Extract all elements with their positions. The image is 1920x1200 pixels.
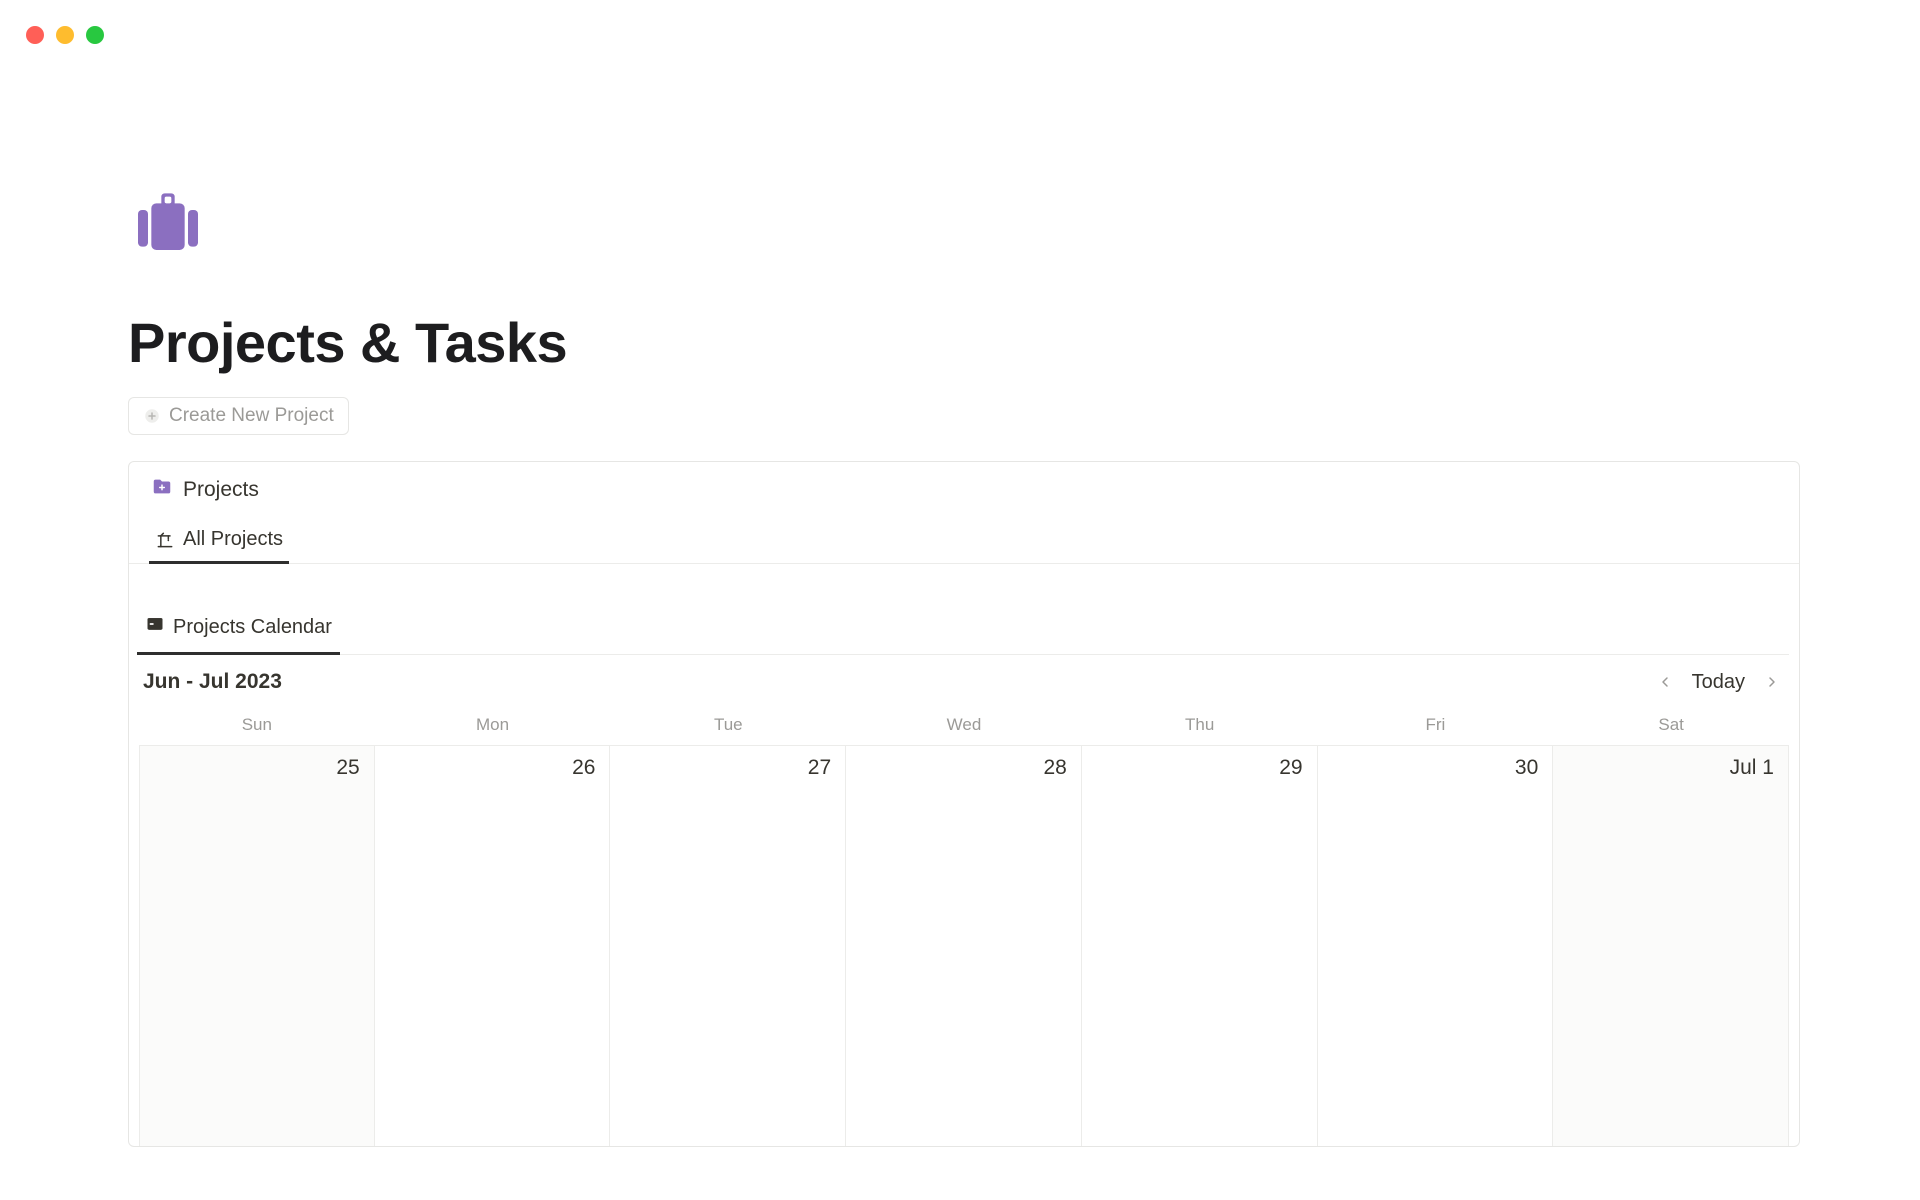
calendar-day-cell[interactable]: 27 <box>610 746 846 1146</box>
tab-all-projects[interactable]: All Projects <box>151 518 287 563</box>
card-box-icon <box>145 614 165 640</box>
calendar-day-number: 25 <box>336 756 359 780</box>
calendar-day-number: 27 <box>808 756 831 780</box>
calendar-day-cell[interactable]: Jul 1 <box>1553 746 1789 1146</box>
page-title: Projects & Tasks <box>128 310 1800 375</box>
window-traffic-lights <box>26 26 104 44</box>
projects-heading-text: Projects <box>183 478 259 502</box>
tab-all-projects-label: All Projects <box>183 528 283 551</box>
dow-sat: Sat <box>1553 709 1789 745</box>
calendar-day-number: Jul 1 <box>1730 756 1774 780</box>
window-close-button[interactable] <box>26 26 44 44</box>
projects-heading: Projects <box>129 462 1799 512</box>
calendar-day-number: 28 <box>1043 756 1066 780</box>
dow-fri: Fri <box>1318 709 1554 745</box>
projects-tab-row: All Projects <box>129 518 1799 564</box>
window-minimize-button[interactable] <box>56 26 74 44</box>
dow-wed: Wed <box>846 709 1082 745</box>
calendar-day-number: 29 <box>1279 756 1302 780</box>
calendar-next-button[interactable] <box>1759 669 1785 695</box>
window-zoom-button[interactable] <box>86 26 104 44</box>
calendar-day-number: 30 <box>1515 756 1538 780</box>
plus-circle-icon <box>143 407 161 425</box>
calendar-day-cell[interactable]: 30 <box>1318 746 1554 1146</box>
folder-plus-icon <box>151 476 173 504</box>
calendar-day-cell[interactable]: 25 <box>139 746 375 1146</box>
create-new-project-label: Create New Project <box>169 405 334 427</box>
calendar-dow-row: Sun Mon Tue Wed Thu Fri Sat <box>139 709 1789 745</box>
create-new-project-button[interactable]: Create New Project <box>128 397 349 435</box>
dow-sun: Sun <box>139 709 375 745</box>
briefcase-icon <box>128 180 1800 260</box>
calendar-day-cell[interactable]: 26 <box>375 746 611 1146</box>
calendar-prev-button[interactable] <box>1652 669 1678 695</box>
tab-projects-calendar-label: Projects Calendar <box>173 616 332 639</box>
calendar-day-cell[interactable]: 29 <box>1082 746 1318 1146</box>
tab-projects-calendar[interactable]: Projects Calendar <box>139 604 338 654</box>
calendar-range-label: Jun - Jul 2023 <box>143 670 282 694</box>
calendar-week-row: 25 26 27 28 29 30 Jul 1 <box>139 745 1789 1146</box>
dow-thu: Thu <box>1082 709 1318 745</box>
calendar-day-cell[interactable]: 28 <box>846 746 1082 1146</box>
calendar-today-button[interactable]: Today <box>1692 671 1745 694</box>
calendar-day-number: 26 <box>572 756 595 780</box>
dow-tue: Tue <box>610 709 846 745</box>
projects-card: Projects All Projects <box>128 461 1800 1147</box>
dow-mon: Mon <box>375 709 611 745</box>
calendar-tab-row: Projects Calendar <box>139 604 1789 655</box>
crane-icon <box>155 530 175 550</box>
